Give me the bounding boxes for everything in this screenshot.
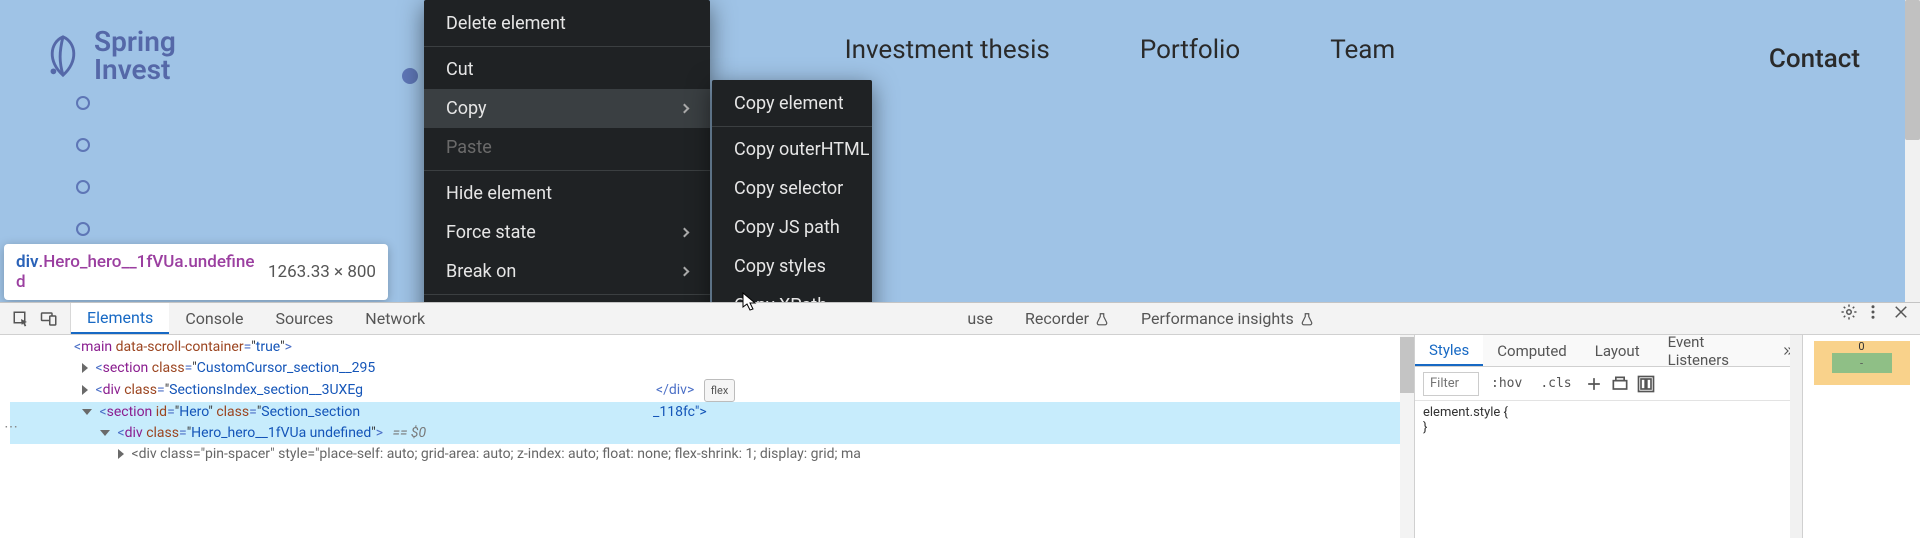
tab-sources[interactable]: Sources — [259, 303, 349, 334]
styles-toolbar: :hov .cls — [1415, 367, 1802, 401]
tab-layout[interactable]: Layout — [1581, 335, 1654, 366]
close-icon[interactable] — [1892, 303, 1910, 321]
styles-pane: Styles Computed Layout Event Listeners :… — [1414, 335, 1802, 538]
menu-break-on[interactable]: Break on — [424, 252, 710, 291]
tooltip-tag: div — [16, 252, 39, 272]
selected-element-indicator: == $0 — [393, 425, 427, 441]
chevron-right-icon — [680, 228, 690, 238]
hov-toggle[interactable]: :hov — [1485, 374, 1528, 393]
section-indicator-rail — [76, 96, 90, 236]
flexbox-icon[interactable] — [1636, 374, 1656, 394]
main-nav: Home Investment thesis Portfolio Team — [0, 35, 1920, 65]
section-indicator-dot[interactable] — [76, 96, 90, 110]
menu-copy-styles[interactable]: Copy styles — [712, 247, 872, 286]
tab-console[interactable]: Console — [169, 303, 259, 334]
styles-filter-input[interactable] — [1423, 372, 1479, 396]
tab-styles[interactable]: Styles — [1415, 335, 1483, 366]
menu-paste: Paste — [424, 128, 710, 167]
dom-truncated-line: <div class="pin-spacer" style="place-sel… — [131, 446, 860, 462]
devtools-tab-bar: Elements Console Sources Network use Rec… — [0, 303, 1920, 335]
menu-separator — [712, 126, 872, 127]
dom-tree[interactable]: ⋯ <main data-scroll-container="true"> <s… — [0, 335, 1414, 538]
section-indicator-dot[interactable] — [76, 180, 90, 194]
menu-separator — [424, 294, 710, 295]
menu-copy[interactable]: Copy — [424, 89, 710, 128]
page-scrollbar-track[interactable] — [1905, 0, 1920, 302]
nav-thesis[interactable]: Investment thesis — [845, 35, 1050, 65]
tab-performance-insights[interactable]: Performance insights — [1125, 303, 1330, 334]
tab-recorder[interactable]: Recorder — [1009, 303, 1125, 334]
box-model-margin-top-value: 0 — [1814, 340, 1910, 353]
menu-copy-outerhtml[interactable]: Copy outerHTML — [712, 130, 872, 169]
style-rule-close: } — [1423, 420, 1794, 435]
cls-toggle[interactable]: .cls — [1534, 374, 1577, 393]
menu-copy-selector[interactable]: Copy selector — [712, 169, 872, 208]
inspect-element-tooltip: div.Hero_hero__1fVUa.undefined 1263.33 ×… — [4, 244, 388, 300]
box-model-pane: 0 - — [1802, 335, 1920, 538]
menu-hide-element[interactable]: Hide element — [424, 174, 710, 213]
gear-icon[interactable] — [1840, 303, 1858, 321]
dom-closing-tag: </div> — [656, 382, 694, 398]
tab-computed[interactable]: Computed — [1483, 335, 1581, 366]
chevron-right-icon — [680, 267, 690, 277]
dom-scrollbar-track[interactable] — [1400, 335, 1414, 538]
menu-separator — [424, 46, 710, 47]
menu-separator — [424, 170, 710, 171]
section-indicator-dot[interactable] — [76, 222, 90, 236]
section-indicator-active[interactable] — [402, 68, 418, 84]
devtools-panel: Elements Console Sources Network use Rec… — [0, 302, 1920, 538]
website-viewport: Spring Invest Home Investment thesis Por… — [0, 0, 1920, 302]
inspect-element-icon[interactable] — [12, 310, 30, 328]
chevron-right-icon — [680, 104, 690, 114]
menu-force-state[interactable]: Force state — [424, 213, 710, 252]
mouse-cursor-icon — [742, 292, 758, 312]
nav-portfolio[interactable]: Portfolio — [1140, 35, 1240, 65]
flask-icon — [1095, 312, 1109, 326]
section-indicator-dot[interactable] — [76, 138, 90, 152]
box-model-border[interactable]: - — [1832, 353, 1892, 373]
styles-scrollbar[interactable] — [1790, 335, 1802, 538]
print-media-icon[interactable] — [1610, 374, 1630, 394]
nav-contact[interactable]: Contact — [1769, 44, 1860, 74]
triangle-down-icon[interactable] — [100, 430, 110, 436]
page-scrollbar-thumb[interactable] — [1905, 0, 1920, 140]
flask-icon — [1300, 312, 1314, 326]
box-model-margin[interactable]: 0 - — [1814, 341, 1910, 385]
tooltip-class: .Hero_hero__1fVUa.undefined — [16, 252, 254, 292]
nav-team[interactable]: Team — [1330, 35, 1395, 65]
tab-lighthouse-cut[interactable]: use — [951, 303, 1009, 334]
box-model-border-value: - — [1860, 357, 1863, 370]
menu-delete-element[interactable]: Delete element — [424, 4, 710, 43]
kebab-menu-icon[interactable] — [1864, 303, 1882, 321]
menu-cut[interactable]: Cut — [424, 50, 710, 89]
ellipsis-icon[interactable]: ⋯ — [0, 417, 18, 438]
triangle-down-icon[interactable] — [82, 409, 92, 415]
device-toolbar-icon[interactable] — [40, 310, 58, 328]
menu-copy-element[interactable]: Copy element — [712, 84, 872, 123]
tooltip-dimensions: 1263.33 × 800 — [268, 262, 376, 282]
tab-elements[interactable]: Elements — [71, 303, 169, 334]
tab-event-listeners[interactable]: Event Listeners — [1654, 335, 1775, 366]
styles-rules[interactable]: element.style { } — [1415, 401, 1802, 439]
dom-scrollbar-thumb[interactable] — [1400, 337, 1414, 393]
triangle-right-icon[interactable] — [82, 363, 88, 373]
style-rule-selector: element.style { — [1423, 405, 1794, 420]
flex-badge[interactable]: flex — [704, 379, 736, 402]
triangle-right-icon[interactable] — [118, 449, 124, 459]
menu-copy-jspath[interactable]: Copy JS path — [712, 208, 872, 247]
tab-network[interactable]: Network — [349, 303, 441, 334]
triangle-right-icon[interactable] — [82, 385, 88, 395]
plus-icon[interactable] — [1584, 374, 1604, 394]
styles-tab-bar: Styles Computed Layout Event Listeners — [1415, 335, 1802, 367]
